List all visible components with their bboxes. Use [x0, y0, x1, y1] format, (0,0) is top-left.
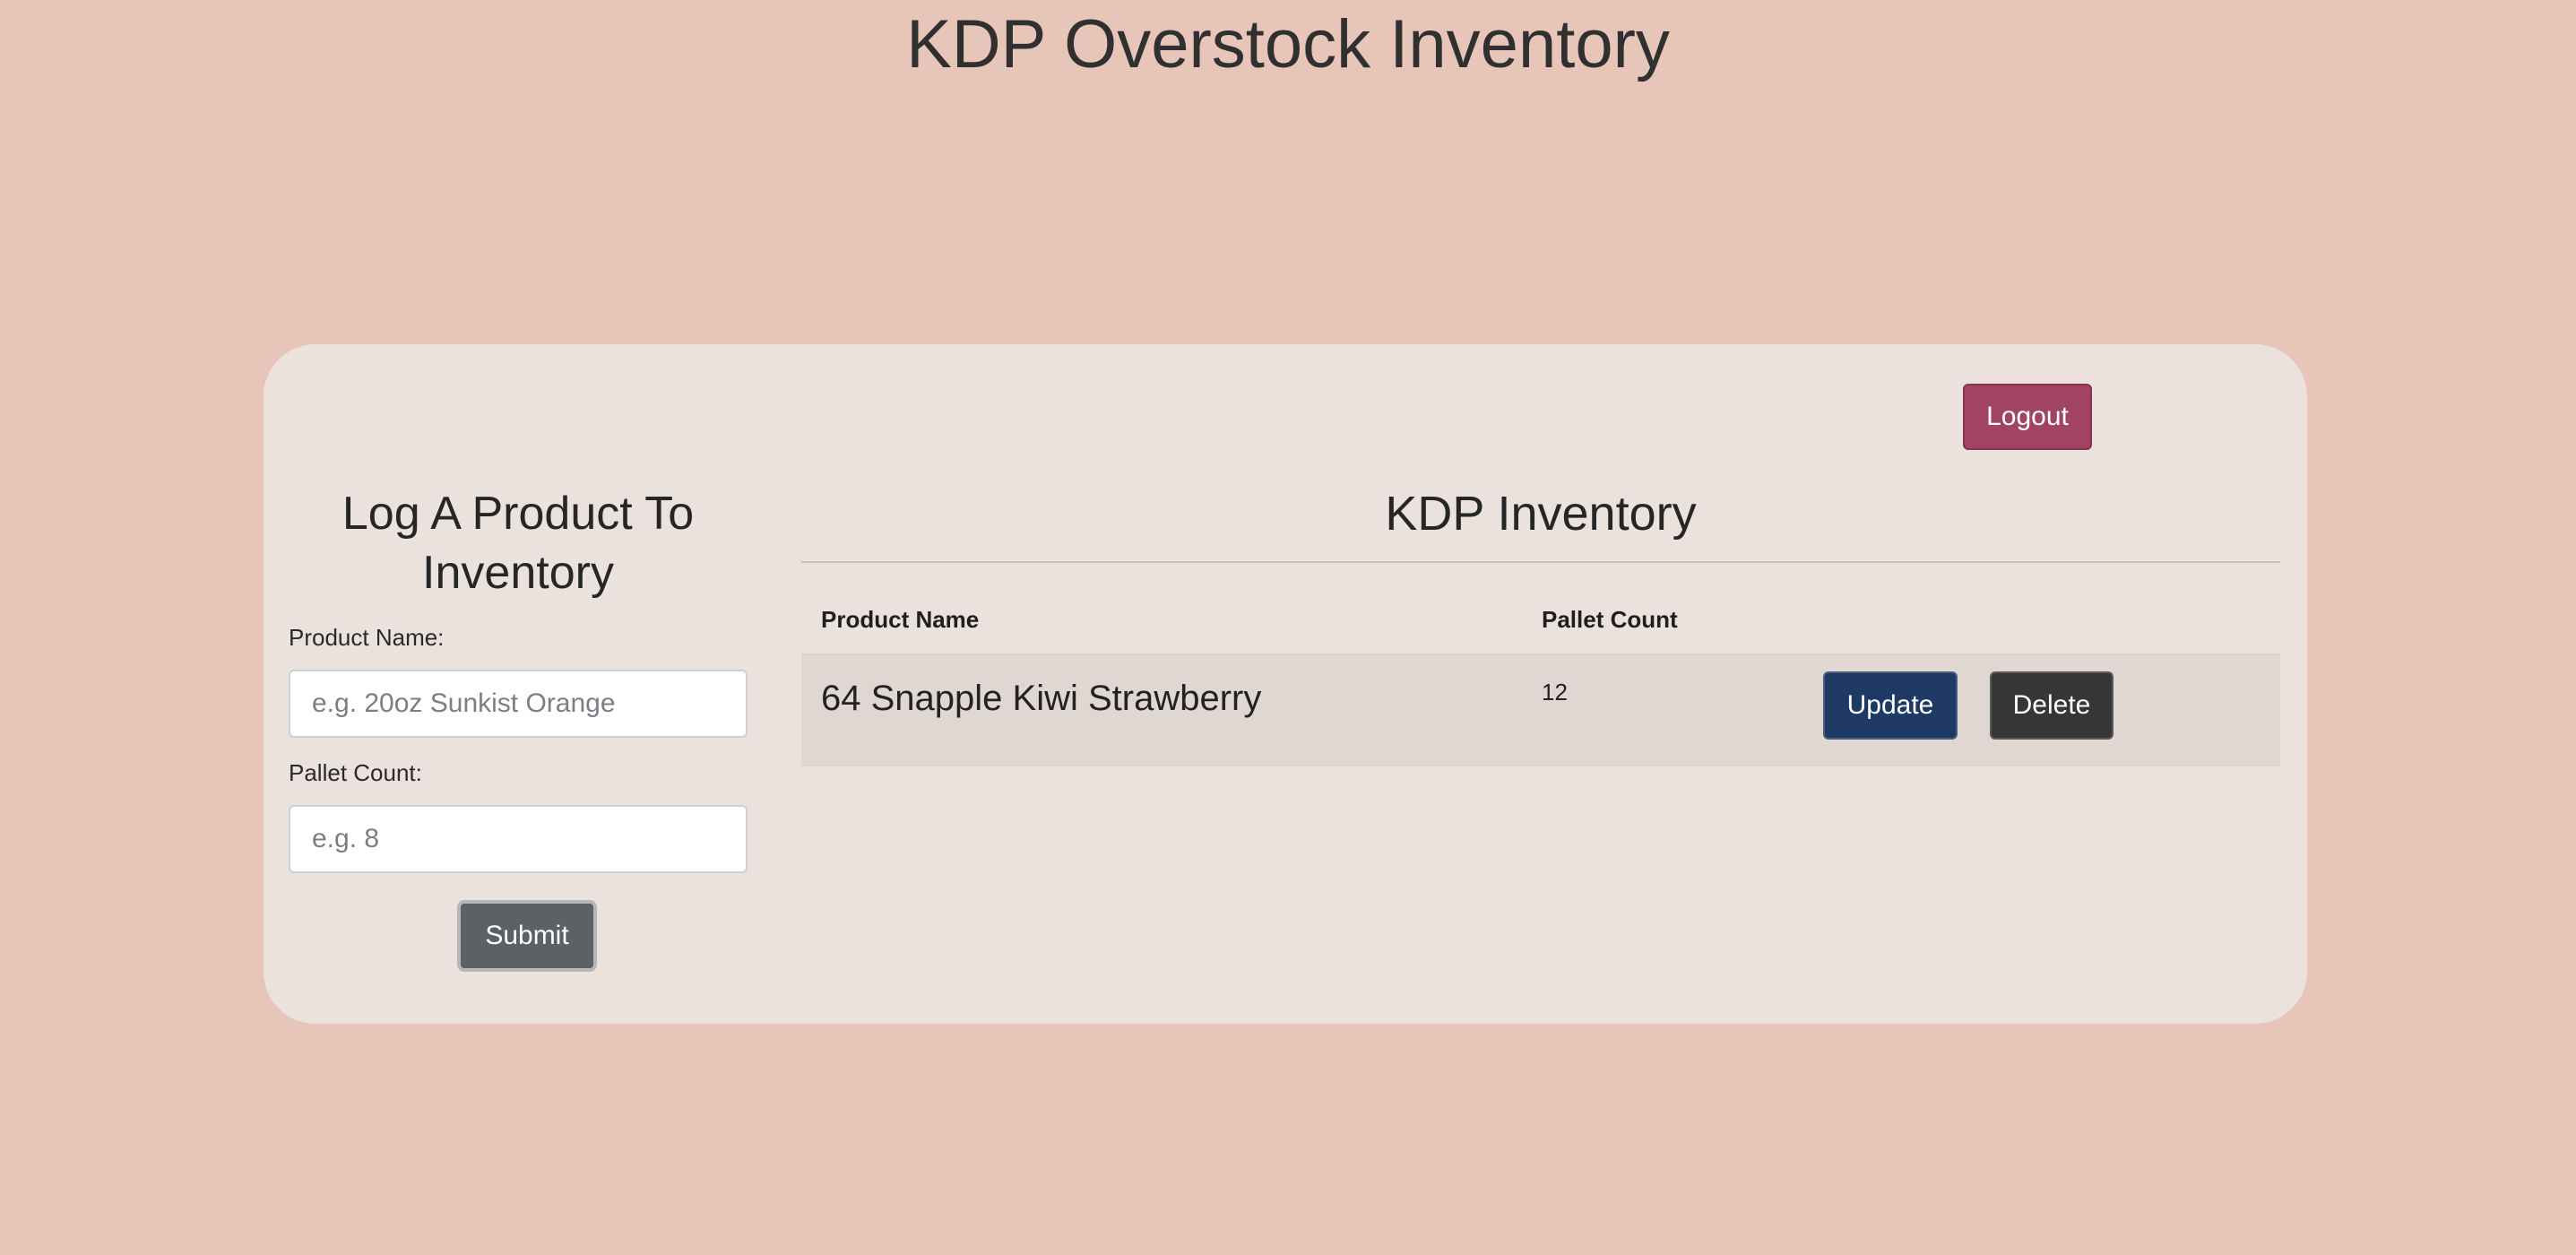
cell-actions: Update Delete [1803, 654, 2280, 766]
table-row: 64 Snapple Kiwi Strawberry 12 Update Dele… [801, 654, 2280, 766]
delete-button[interactable]: Delete [1990, 671, 2114, 740]
pallet-count-label: Pallet Count: [289, 759, 422, 786]
column-header-pallet-count: Pallet Count [1522, 595, 1803, 655]
submit-button[interactable]: Submit [457, 900, 597, 972]
column-header-product-name: Product Name [801, 595, 1522, 655]
product-name-label: Product Name: [289, 624, 445, 651]
table-header: Product Name Pallet Count [801, 595, 2280, 655]
log-product-form: Log A Product To Inventory Product Name:… [289, 484, 748, 972]
inventory-panel: KDP Inventory Product Name Pallet Count … [801, 484, 2280, 766]
product-name-input[interactable] [289, 670, 748, 738]
table-body: 64 Snapple Kiwi Strawberry 12 Update Dele… [801, 654, 2280, 766]
submit-wrapper: Submit [289, 900, 748, 972]
main-card: Logout Log A Product To Inventory Produc… [264, 344, 2307, 1024]
inventory-table: Product Name Pallet Count 64 Snapple Kiw… [801, 595, 2280, 766]
table-header-row: Product Name Pallet Count [801, 595, 2280, 655]
form-title: Log A Product To Inventory [341, 488, 695, 599]
page-title: KDP Overstock Inventory [906, 6, 1670, 82]
pallet-count-input[interactable] [289, 805, 748, 873]
cell-pallet-count: 12 [1522, 654, 1803, 766]
logout-button[interactable]: Logout [1963, 384, 2092, 450]
cell-product-name: 64 Snapple Kiwi Strawberry [801, 654, 1522, 766]
column-header-actions [1803, 595, 2280, 655]
inventory-title: KDP Inventory [801, 484, 2280, 563]
update-button[interactable]: Update [1823, 671, 1958, 740]
